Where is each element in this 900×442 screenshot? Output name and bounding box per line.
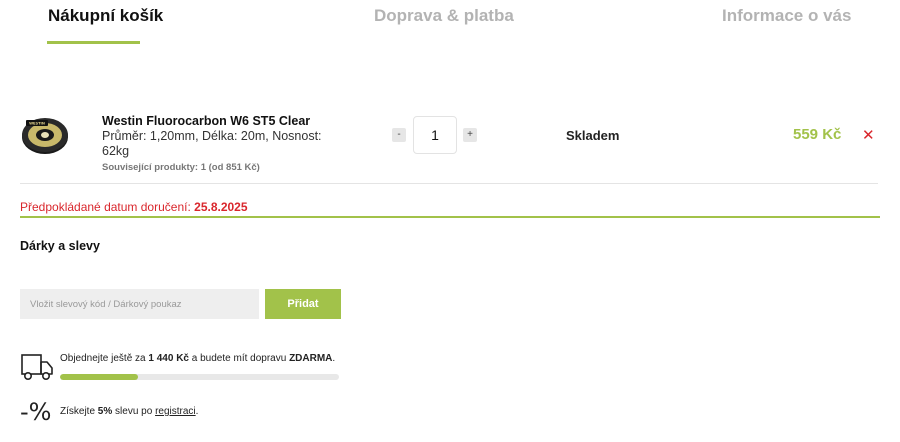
free-shipping-progress	[60, 374, 339, 380]
remove-item-icon[interactable]: ✕	[862, 126, 875, 144]
quantity-input[interactable]	[413, 116, 457, 154]
discount-percent: 5%	[97, 406, 113, 417]
checkout-steps: Nákupní košík Doprava & platba Informace…	[0, 0, 900, 50]
free-shipping-progress-fill	[60, 374, 139, 380]
product-params: Průměr: 1,20mm, Délka: 20m, Nosnost: 62k…	[102, 129, 322, 158]
gifts-title: Dárky a slevy	[20, 239, 100, 253]
stock-status: Skladem	[566, 128, 620, 143]
row-divider	[20, 183, 878, 184]
step-shipping-payment[interactable]: Doprava & platba	[374, 6, 514, 26]
step-customer-info[interactable]: Informace o vás	[722, 6, 851, 26]
registration-link[interactable]: registraci	[155, 406, 196, 417]
step-cart[interactable]: Nákupní košík	[48, 6, 163, 26]
add-voucher-button[interactable]: Přidat	[265, 289, 341, 319]
free-shipping-message: Objednejte ještě za 1 440 Kč a budete mí…	[60, 353, 335, 364]
discount-middle: slevu po	[115, 406, 153, 417]
truck-icon	[21, 354, 53, 380]
related-products[interactable]: Související produkty: 1 (od 851 Kč)	[102, 160, 352, 175]
shipping-suffix: .	[332, 353, 336, 364]
cart-item-row: WESTIN Westin Fluorocarbon W6 ST5 Clear …	[20, 108, 880, 173]
quantity-increase-button[interactable]: +	[463, 128, 477, 142]
active-step-underline	[47, 41, 140, 44]
discount-percent-icon: -%	[20, 398, 52, 426]
registration-discount-message: Získejte 5% slevu po registraci.	[60, 406, 198, 417]
thumb-brand-text: WESTIN	[29, 122, 45, 126]
shipping-remaining-amount: 1 440 Kč	[148, 353, 189, 364]
section-divider	[20, 216, 880, 218]
delivery-estimate: Předpokládané datum doručení: 25.8.2025	[20, 200, 248, 214]
product-name[interactable]: Westin Fluorocarbon W6 ST5 Clear	[102, 114, 310, 128]
item-price: 559 Kč	[793, 126, 842, 143]
fishing-line-spool-icon[interactable]: WESTIN	[20, 110, 70, 160]
voucher-code-input[interactable]	[20, 289, 259, 319]
delivery-label: Předpokládané datum doručení:	[20, 200, 191, 214]
shipping-middle: a budete mít dopravu	[191, 353, 287, 364]
shipping-prefix: Objednejte ještě za	[60, 353, 146, 364]
quantity-decrease-button[interactable]: -	[392, 128, 406, 142]
discount-prefix: Získejte	[60, 406, 96, 417]
discount-suffix: .	[195, 406, 199, 417]
delivery-date: 25.8.2025	[194, 200, 248, 214]
product-info: Westin Fluorocarbon W6 ST5 Clear Průměr:…	[102, 114, 352, 175]
shipping-free-label: ZDARMA	[289, 353, 333, 364]
